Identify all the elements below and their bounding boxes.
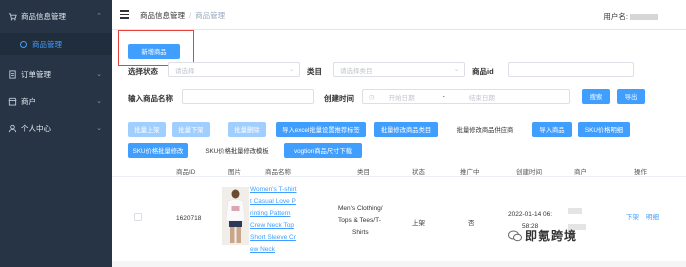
category-select[interactable]: 请选择类目 ⌄ (333, 62, 465, 77)
category-line: Tops & Tees/T- (338, 217, 381, 224)
breadcrumb: 商品信息管理 / 商品管理 (140, 11, 226, 20)
shopping-cart-icon (8, 12, 17, 20)
batch-list-button[interactable]: 批量上架 (128, 122, 166, 137)
cell-product-id: 1620718 (176, 215, 202, 222)
col-created-time: 创建时间 (516, 169, 542, 176)
store-icon (8, 97, 17, 106)
sidebar-item-label: 商品信息管理 (21, 11, 66, 21)
col-promoting: 推广中 (460, 169, 480, 176)
username-redacted (630, 14, 658, 21)
chevron-down-icon: ⌄ (96, 71, 102, 78)
import-products-button[interactable]: 导入商品 (532, 122, 572, 137)
category-label: 类目 (307, 67, 322, 76)
detail-link[interactable]: 明细 (646, 211, 659, 221)
sidebar-item-product-info[interactable]: 商品信息管理 ⌃ (0, 4, 112, 28)
search-button[interactable]: 搜索 (582, 89, 610, 104)
sidebar-item-label: 订单管理 (21, 69, 51, 79)
date-range-picker[interactable]: ◷ 开始日期 - 结束日期 (362, 89, 570, 104)
sku-price-batch-edit-button[interactable]: SKU价格批量修改 (128, 143, 188, 158)
batch-edit-supplier-button[interactable]: 批量修改商品供应商 (445, 122, 525, 137)
breadcrumb-item[interactable]: 商品信息管理 (140, 11, 185, 20)
category-line: Shirts (352, 229, 369, 236)
sidebar: 商品信息管理 ⌃ 商品管理 订单管理 ⌄ 商户 ⌄ 个人中心 ⌄ (0, 0, 112, 267)
circle-icon (20, 40, 27, 48)
chevron-down-icon: ⌄ (453, 67, 459, 73)
chevron-up-icon: ⌃ (96, 13, 102, 20)
product-name-line[interactable]: Crew Neck Top (250, 222, 294, 229)
col-product-id: 商品ID (176, 169, 196, 176)
col-actions: 操作 (634, 169, 647, 176)
cell-status: 上架 (412, 220, 425, 227)
product-name-line[interactable]: Short Sleeve Cr (250, 234, 296, 241)
col-merchant: 商户 (574, 169, 587, 176)
sidebar-item-label: 商品管理 (32, 39, 62, 49)
user-menu[interactable]: 用户名: (603, 11, 658, 22)
export-button[interactable]: 导出 (617, 89, 645, 104)
import-excel-tags-button[interactable]: 导入excel批量设置推荐标签 (276, 122, 366, 137)
table-header: 商品ID 图片 商品名称 类目 状态 推广中 创建时间 商户 操作 (112, 163, 686, 177)
created-time-label: 创建时间 (324, 94, 354, 103)
batch-edit-category-button[interactable]: 批量修改商品类目 (374, 122, 438, 137)
watermark-text: 即氪跨境 (525, 229, 578, 243)
bottom-scroll-area (112, 261, 686, 267)
category-placeholder: 请选择类目 (340, 67, 373, 75)
sidebar-item-label: 商户 (21, 96, 36, 106)
product-id-input[interactable] (508, 62, 634, 77)
merchant-redacted (568, 208, 582, 214)
batch-delete-button[interactable]: 批量删除 (228, 122, 266, 137)
sidebar-item-merchants[interactable]: 商户 ⌄ (0, 89, 112, 113)
created-time-line: 2022-01-14 06: (508, 211, 553, 218)
sidebar-item-personal-center[interactable]: 个人中心 ⌄ (0, 116, 112, 140)
product-photo (222, 187, 249, 245)
batch-unlist-button[interactable]: 批量下架 (172, 122, 210, 137)
new-product-button[interactable]: 新增商品 (128, 44, 180, 59)
chevron-down-icon: ⌄ (96, 125, 102, 132)
watermark: 即氪跨境 (508, 227, 577, 244)
status-select[interactable]: 请选择 ⌄ (168, 62, 300, 77)
category-line: Men's Clothing/ (338, 205, 383, 212)
chevron-down-icon: ⌄ (288, 67, 294, 73)
product-name-label: 输入商品名称 (128, 94, 173, 103)
breadcrumb-current: 商品管理 (195, 11, 226, 20)
top-navbar: 商品信息管理 / 商品管理 用户名: (112, 0, 686, 30)
vogtion-size-download-button[interactable]: vogtion商品尺寸下载 (284, 143, 362, 158)
user-label: 用户名: (603, 12, 628, 21)
hamburger-menu-icon[interactable] (120, 10, 129, 19)
chevron-down-icon: ⌄ (96, 98, 102, 105)
document-icon (9, 69, 16, 79)
product-name-line[interactable]: Women's T-shirt (250, 186, 297, 193)
sidebar-item-label: 个人中心 (21, 123, 51, 133)
user-icon (8, 124, 17, 132)
cell-promoting: 否 (468, 220, 475, 227)
col-category: 类目 (357, 169, 370, 176)
status-placeholder: 请选择 (175, 67, 195, 75)
calendar-icon: ◷ (369, 93, 375, 101)
product-id-label: 商品id (472, 67, 494, 76)
sku-price-template-button[interactable]: SKU价格批量修改模板 (194, 143, 280, 158)
product-name-line[interactable]: rinting Pattern (250, 210, 290, 217)
col-product-name: 商品名称 (265, 169, 291, 176)
sku-price-detail-button[interactable]: SKU价格明细 (578, 122, 630, 137)
status-label: 选择状态 (128, 67, 158, 76)
col-status: 状态 (412, 169, 425, 176)
end-date-placeholder: 结束日期 (468, 94, 495, 102)
product-name-line[interactable]: ew Neck (250, 246, 275, 253)
main-content: 商品信息管理 / 商品管理 用户名: 新增商品 选择状态 请选择 ⌄ 类目 请选择类… (112, 0, 686, 267)
col-image: 图片 (228, 169, 241, 176)
start-date-placeholder: 开始日期 (388, 94, 415, 102)
wechat-icon (508, 230, 522, 241)
sidebar-item-product-manage[interactable]: 商品管理 (0, 33, 112, 55)
product-image[interactable] (222, 187, 249, 245)
range-separator: - (442, 93, 445, 100)
row-checkbox[interactable] (134, 213, 142, 221)
unlist-link[interactable]: 下架 (626, 211, 639, 221)
sidebar-item-orders[interactable]: 订单管理 ⌄ (0, 62, 112, 86)
product-name-line[interactable]: t Casual Love P (250, 198, 296, 205)
product-name-input[interactable] (182, 89, 314, 104)
